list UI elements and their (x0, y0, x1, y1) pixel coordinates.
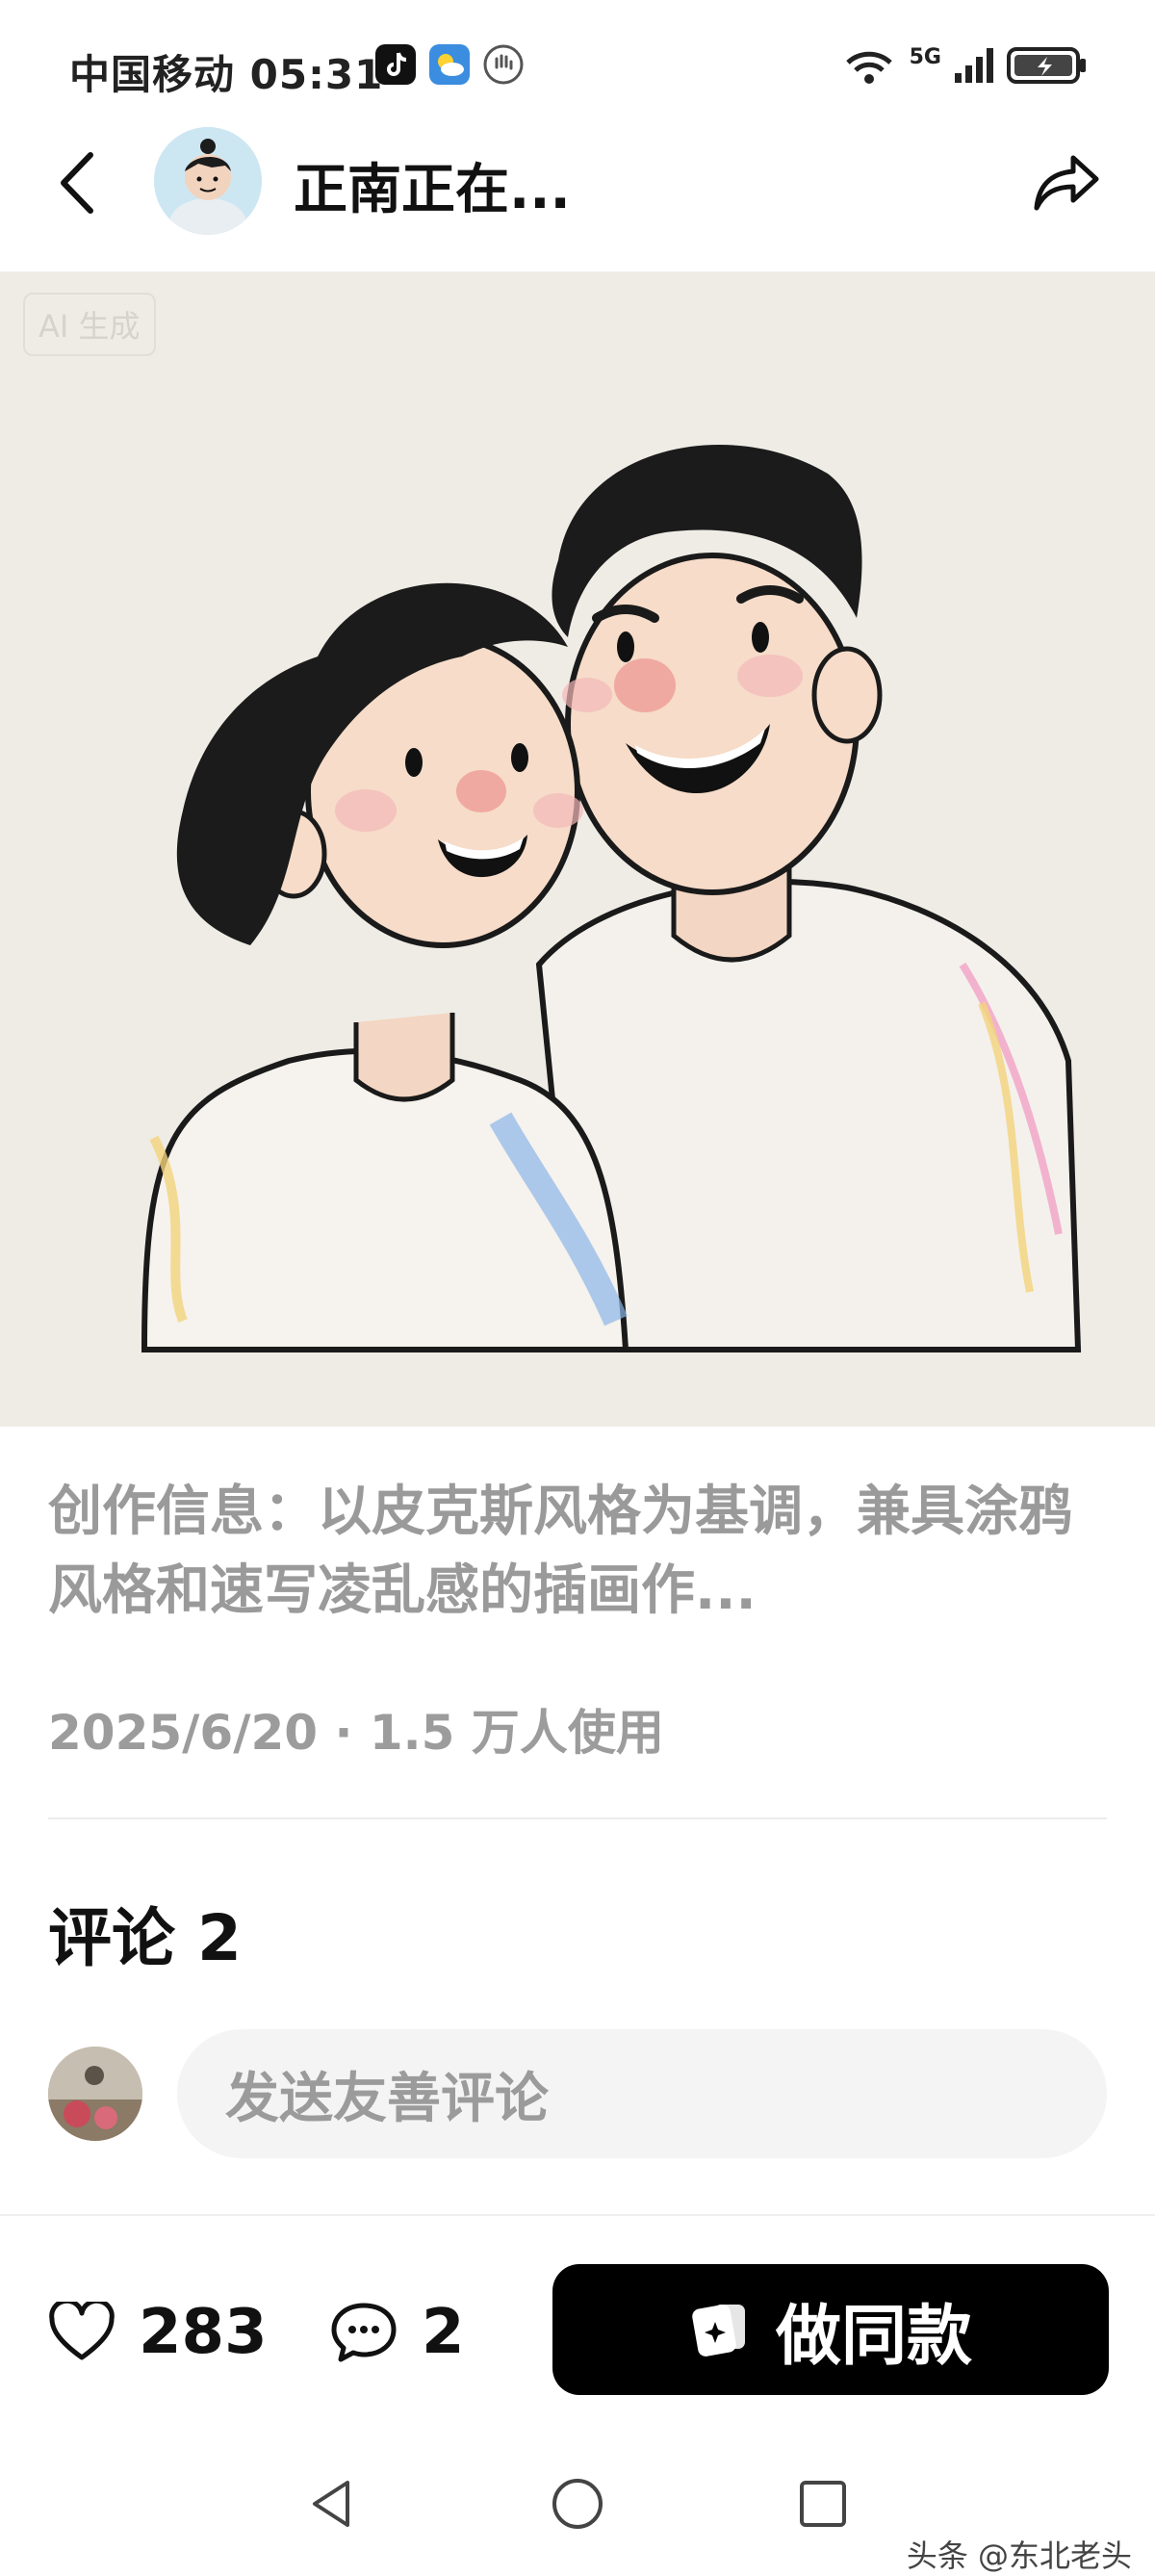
tiktok-app-icon (375, 44, 416, 85)
watermark: 头条 @东北老头 (906, 2537, 1132, 2574)
network-type: 5G (909, 44, 941, 69)
nav-recents-button[interactable] (789, 2470, 857, 2537)
status-carrier-time: 中国移动 05:31 (69, 51, 384, 98)
weather-app-icon (429, 44, 470, 85)
author-avatar[interactable] (154, 127, 262, 235)
post-meta: 2025/6/20 · 1.5 万人使用 (48, 1705, 664, 1761)
hand-icon (483, 44, 524, 85)
comment-bubble-icon (331, 2303, 397, 2362)
nav-back-button[interactable] (298, 2470, 366, 2537)
triangle-back-icon (313, 2481, 349, 2527)
battery-icon (1007, 47, 1086, 84)
square-recents-icon (800, 2481, 846, 2527)
like-button[interactable]: 283 (48, 2289, 268, 2376)
nav-home-button[interactable] (544, 2470, 611, 2537)
back-button[interactable] (48, 144, 106, 221)
current-user-avatar (48, 2047, 142, 2141)
share-button[interactable] (1028, 144, 1105, 221)
author-name[interactable]: 正南正在... (294, 146, 571, 224)
sparkle-card-icon (692, 2305, 745, 2357)
divider (0, 2214, 1155, 2216)
make-same-label: 做同款 (775, 2298, 972, 2375)
circle-home-icon (552, 2479, 603, 2529)
share-icon (1034, 155, 1099, 211)
like-count: 283 (139, 2297, 268, 2368)
signal-icon (955, 48, 993, 83)
wifi-icon (845, 51, 892, 84)
back-arrow-icon (61, 152, 93, 214)
divider (48, 1817, 1107, 1819)
comments-heading: 评论 2 (48, 1901, 242, 1975)
make-same-button[interactable]: 做同款 (552, 2264, 1109, 2395)
creation-info[interactable]: 创作信息：以皮克斯风格为基调，兼具涂鸦风格和速写凌乱感的插画作... (48, 1473, 1107, 1631)
status-indicators: 5G (840, 40, 1088, 90)
comment-count: 2 (422, 2297, 465, 2368)
heart-icon (49, 2302, 115, 2360)
comment-input[interactable]: 发送友善评论 (177, 2029, 1107, 2158)
artwork-image[interactable] (0, 271, 1155, 1427)
ai-generated-badge: AI 生成 (23, 293, 156, 356)
comment-button[interactable]: 2 (329, 2289, 465, 2376)
